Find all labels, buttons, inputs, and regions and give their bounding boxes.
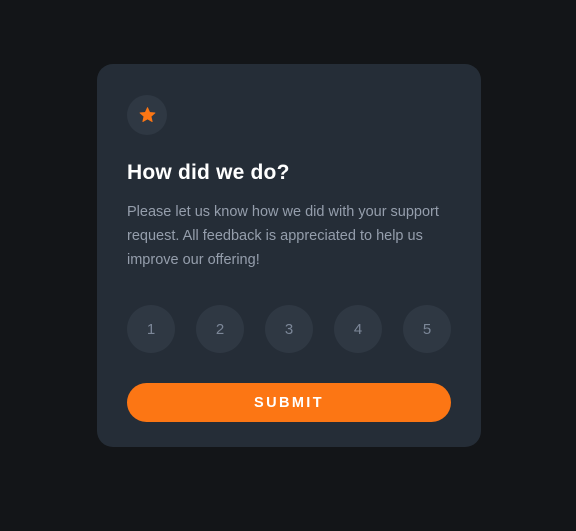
rating-option-3[interactable]: 3 — [265, 305, 313, 353]
rating-option-2[interactable]: 2 — [196, 305, 244, 353]
star-badge — [127, 95, 167, 135]
card-description: Please let us know how we did with your … — [127, 204, 439, 268]
card-title: How did we do? — [127, 161, 290, 184]
submit-button[interactable]: SUBMIT — [127, 383, 451, 422]
rating-card: How did we do? Please let us know how we… — [97, 64, 481, 447]
rating-option-5[interactable]: 5 — [403, 305, 451, 353]
rating-option-1[interactable]: 1 — [127, 305, 175, 353]
rating-options: 1 2 3 4 5 — [127, 305, 451, 353]
rating-option-4[interactable]: 4 — [334, 305, 382, 353]
star-icon — [139, 107, 155, 122]
